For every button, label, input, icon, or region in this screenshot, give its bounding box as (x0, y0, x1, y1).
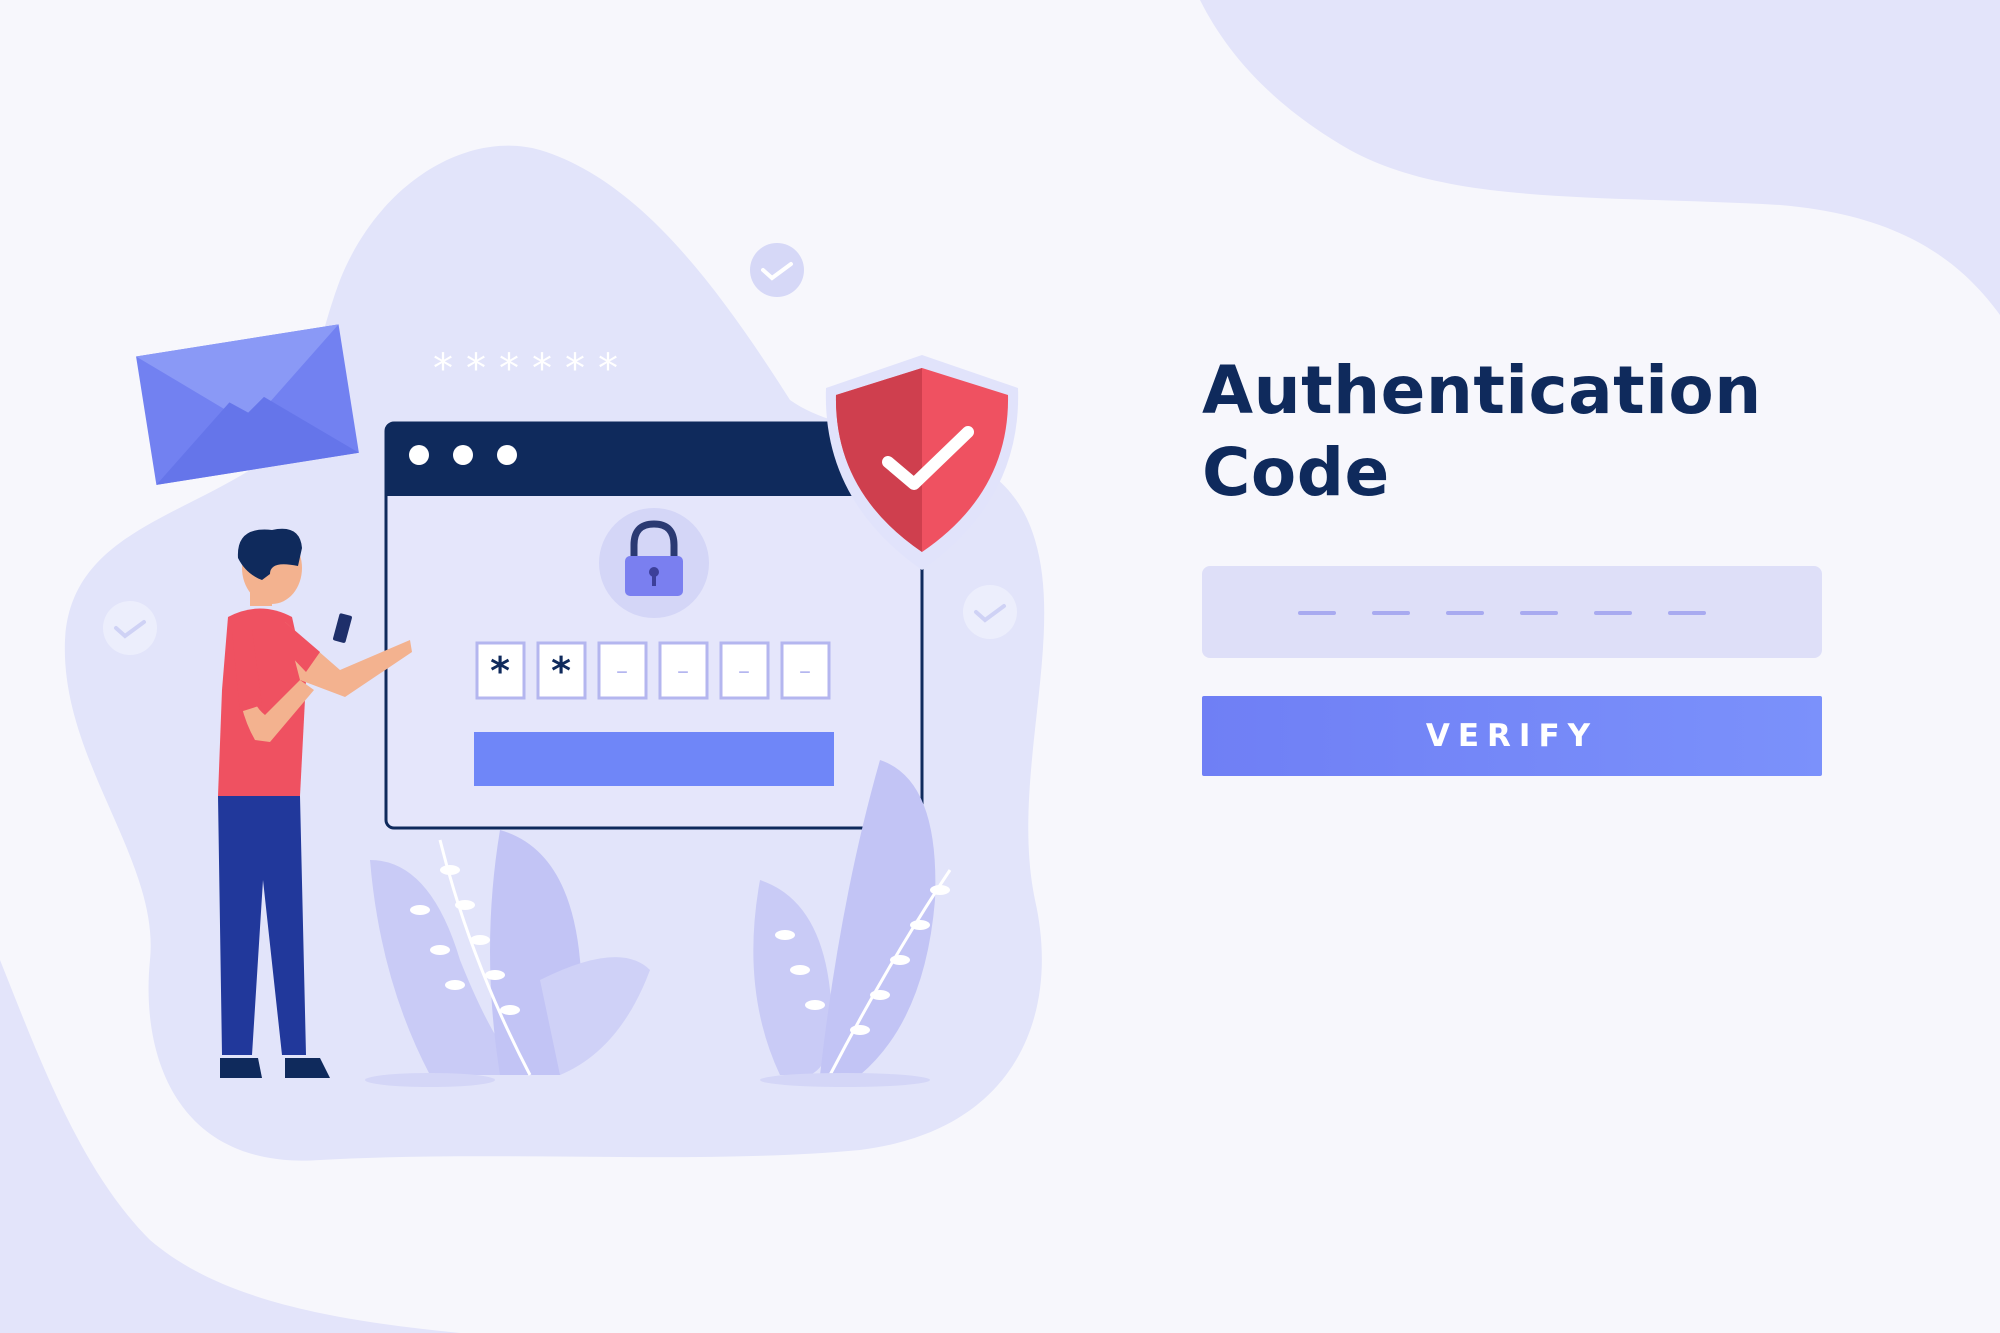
authentication-panel: Authentication Code VERIFY (1202, 350, 1822, 776)
window-dot (409, 445, 429, 465)
browser-submit-bar (474, 732, 834, 786)
check-badge-icon (963, 585, 1017, 639)
code-digit-slot (1594, 611, 1632, 615)
title-line-2: Code (1202, 434, 1390, 511)
code-digit-slot (1668, 611, 1706, 615)
page-title: Authentication Code (1202, 350, 1822, 514)
asterisks-text: ****** (433, 346, 631, 392)
code-digit-slot (1520, 611, 1558, 615)
browser-window: * * – – – – (384, 421, 924, 830)
check-badge-icon (750, 243, 804, 297)
window-dot (497, 445, 517, 465)
svg-text:–: – (616, 657, 628, 685)
svg-text:*: * (551, 649, 571, 693)
code-digit-slot (1372, 611, 1410, 615)
svg-text:*: * (490, 649, 510, 693)
code-digit-slot (1298, 611, 1336, 615)
verify-button[interactable]: VERIFY (1202, 696, 1822, 776)
check-badge-icon (103, 601, 157, 655)
svg-text:–: – (677, 657, 689, 685)
window-dot (453, 445, 473, 465)
background-blob-top-right (1200, 0, 2000, 315)
svg-text:–: – (738, 657, 750, 685)
padlock-icon (599, 508, 709, 618)
title-line-1: Authentication (1202, 352, 1762, 429)
svg-text:–: – (799, 657, 811, 685)
authentication-code-input[interactable] (1202, 566, 1822, 658)
code-digit-slot (1446, 611, 1484, 615)
